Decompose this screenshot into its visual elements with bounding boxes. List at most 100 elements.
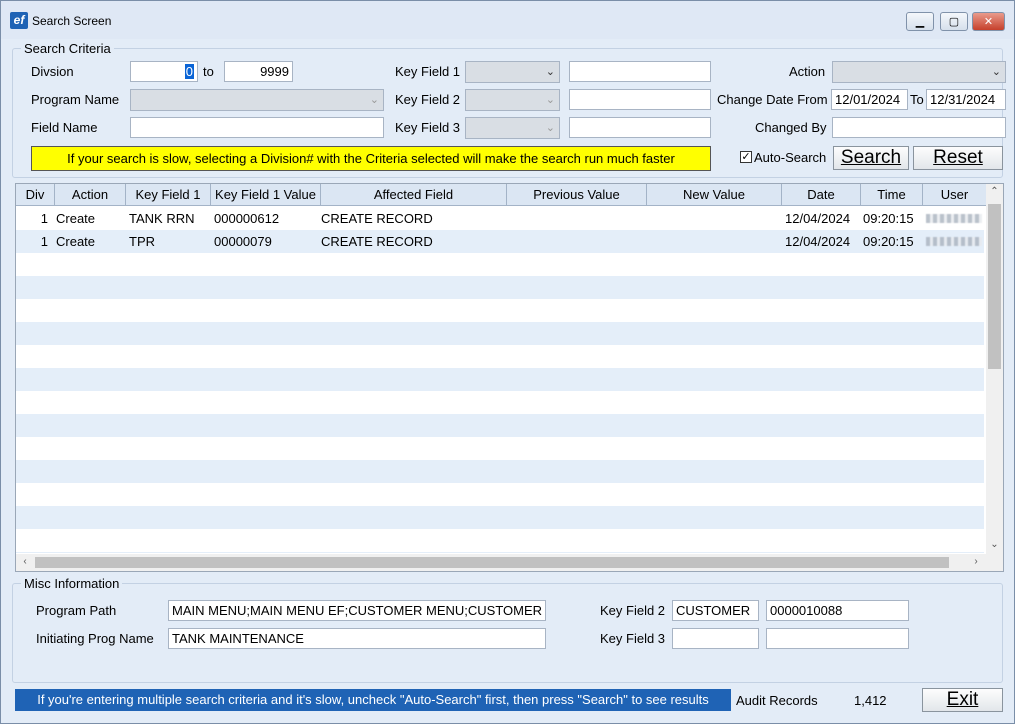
column-header-div[interactable]: Div bbox=[16, 184, 55, 206]
grid-header: Div Action Key Field 1 Key Field 1 Value… bbox=[16, 184, 986, 206]
division-to-label: to bbox=[203, 64, 214, 79]
cell-previous-value bbox=[510, 230, 645, 253]
changed-by-label: Changed By bbox=[755, 120, 827, 135]
horizontal-scrollbar[interactable]: ‹ › bbox=[16, 554, 1003, 571]
auto-search-label: Auto-Search bbox=[754, 150, 827, 165]
empty-rows bbox=[16, 253, 984, 553]
division-from-input[interactable]: 0 bbox=[130, 61, 198, 82]
cell-key-field-1: TANK RRN bbox=[129, 211, 195, 226]
window-title: Search Screen bbox=[32, 14, 112, 28]
misc-key-field-3-value[interactable] bbox=[766, 628, 909, 649]
maximize-icon: ▢ bbox=[948, 16, 960, 28]
column-header-date[interactable]: Date bbox=[782, 184, 861, 206]
cell-affected-field: CREATE RECORD bbox=[321, 234, 433, 249]
program-name-select[interactable]: ⌄ bbox=[130, 89, 384, 111]
misc-key-field-2-name[interactable]: CUSTOMER bbox=[672, 600, 759, 621]
column-header-previous-value[interactable]: Previous Value bbox=[507, 184, 647, 206]
reset-button[interactable]: Reset bbox=[913, 146, 1003, 170]
cell-date: 12/04/2024 bbox=[785, 211, 851, 226]
cell-time: 09:20:15 bbox=[863, 211, 914, 226]
key-field-3-select[interactable]: ⌄ bbox=[465, 117, 560, 139]
column-header-new-value[interactable]: New Value bbox=[647, 184, 782, 206]
table-row[interactable]: 1 Create TPR 00000079 CREATE RECORD 12/0… bbox=[16, 230, 984, 253]
misc-information-label: Misc Information bbox=[21, 576, 123, 591]
audit-records-label: Audit Records bbox=[736, 693, 818, 708]
program-path-label: Program Path bbox=[36, 603, 117, 618]
scroll-down-icon[interactable]: ⌄ bbox=[986, 539, 1003, 550]
cell-action: Create bbox=[56, 234, 96, 249]
misc-key-field-2-label: Key Field 2 bbox=[600, 603, 666, 618]
change-date-from-input[interactable]: 12/01/2024 bbox=[831, 89, 908, 110]
cell-date: 12/04/2024 bbox=[785, 234, 851, 249]
search-screen-window: ef Search Screen ▁ ▢ ✕ Search Criteria D… bbox=[0, 0, 1015, 724]
performance-tip-banner: If your search is slow, selecting a Divi… bbox=[31, 146, 711, 171]
key-field-1-select[interactable]: ⌄ bbox=[465, 61, 560, 83]
key-field-1-input[interactable] bbox=[569, 61, 711, 82]
cell-affected-field: CREATE RECORD bbox=[321, 211, 433, 226]
field-name-input[interactable] bbox=[130, 117, 384, 138]
key-field-1-label: Key Field 1 bbox=[395, 64, 461, 79]
key-field-2-label: Key Field 2 bbox=[395, 92, 461, 107]
initiating-prog-label: Initiating Prog Name bbox=[36, 631, 154, 646]
title-bar[interactable]: ef Search Screen ▁ ▢ ✕ bbox=[1, 1, 1014, 39]
misc-key-field-3-name[interactable] bbox=[672, 628, 759, 649]
changed-by-input[interactable] bbox=[832, 117, 1006, 138]
column-header-affected-field[interactable]: Affected Field bbox=[321, 184, 507, 206]
status-tip-bar: If you're entering multiple search crite… bbox=[15, 689, 731, 711]
chevron-down-icon: ⌄ bbox=[369, 94, 379, 106]
cell-time: 09:20:15 bbox=[863, 234, 914, 249]
change-date-to-label: To bbox=[910, 92, 924, 107]
division-to-input[interactable]: 9999 bbox=[224, 61, 293, 82]
key-field-2-input[interactable] bbox=[569, 89, 711, 110]
program-path-field[interactable]: MAIN MENU;MAIN MENU EF;CUSTOMER MENU;CUS… bbox=[168, 600, 546, 621]
misc-key-field-2-value[interactable]: 0000010088 bbox=[766, 600, 909, 621]
cell-action: Create bbox=[56, 211, 96, 226]
cell-user-redacted bbox=[926, 237, 982, 246]
column-header-user[interactable]: User bbox=[923, 184, 986, 206]
column-header-action[interactable]: Action bbox=[55, 184, 126, 206]
cell-div: 1 bbox=[40, 211, 48, 226]
column-header-key-field-1-value[interactable]: Key Field 1 Value bbox=[211, 184, 321, 206]
action-label: Action bbox=[789, 64, 826, 79]
minimize-button[interactable]: ▁ bbox=[906, 12, 934, 31]
scroll-up-icon[interactable]: ⌃ bbox=[986, 186, 1003, 197]
search-button[interactable]: Search bbox=[833, 146, 909, 170]
horizontal-scroll-thumb[interactable] bbox=[35, 557, 949, 568]
chevron-down-icon: ⌄ bbox=[545, 94, 555, 106]
audit-records-count: 1,412 bbox=[854, 693, 887, 708]
program-name-label: Program Name bbox=[31, 92, 120, 107]
table-row[interactable]: 1 Create TANK RRN 000000612 CREATE RECOR… bbox=[16, 207, 984, 230]
scroll-left-icon[interactable]: ‹ bbox=[20, 556, 30, 567]
minimize-icon: ▁ bbox=[915, 16, 925, 28]
search-criteria-label: Search Criteria bbox=[21, 41, 114, 56]
chevron-down-icon: ⌄ bbox=[991, 66, 1001, 78]
action-select[interactable]: ⌄ bbox=[832, 61, 1006, 83]
division-label: Divsion bbox=[31, 64, 74, 79]
vertical-scroll-thumb[interactable] bbox=[988, 204, 1001, 369]
scroll-right-icon[interactable]: › bbox=[971, 556, 981, 567]
close-button[interactable]: ✕ bbox=[972, 12, 1005, 31]
change-date-to-input[interactable]: 12/31/2024 bbox=[926, 89, 1006, 110]
vertical-scrollbar[interactable]: ⌃ ⌄ bbox=[986, 184, 1003, 554]
close-icon: ✕ bbox=[983, 16, 994, 28]
field-name-label: Field Name bbox=[31, 120, 98, 135]
initiating-prog-field[interactable]: TANK MAINTENANCE bbox=[168, 628, 546, 649]
key-field-3-input[interactable] bbox=[569, 117, 711, 138]
app-logo-icon: ef bbox=[10, 12, 28, 29]
key-field-2-select[interactable]: ⌄ bbox=[465, 89, 560, 111]
cell-div: 1 bbox=[40, 234, 48, 249]
exit-button[interactable]: Exit bbox=[922, 688, 1003, 712]
chevron-down-icon: ⌄ bbox=[545, 66, 555, 78]
auto-search-checkbox[interactable]: ✓ bbox=[740, 151, 752, 163]
cell-previous-value bbox=[510, 207, 645, 230]
cell-new-value bbox=[650, 207, 780, 230]
change-date-from-label: Change Date From bbox=[717, 92, 828, 107]
column-header-time[interactable]: Time bbox=[861, 184, 923, 206]
cell-key-field-1-value: 00000079 bbox=[214, 234, 272, 249]
misc-key-field-3-label: Key Field 3 bbox=[600, 631, 666, 646]
cell-user-redacted bbox=[926, 214, 982, 223]
maximize-button[interactable]: ▢ bbox=[940, 12, 968, 31]
audit-results-grid[interactable]: Div Action Key Field 1 Key Field 1 Value… bbox=[15, 183, 1004, 572]
cell-new-value bbox=[650, 230, 780, 253]
column-header-key-field-1[interactable]: Key Field 1 bbox=[126, 184, 211, 206]
